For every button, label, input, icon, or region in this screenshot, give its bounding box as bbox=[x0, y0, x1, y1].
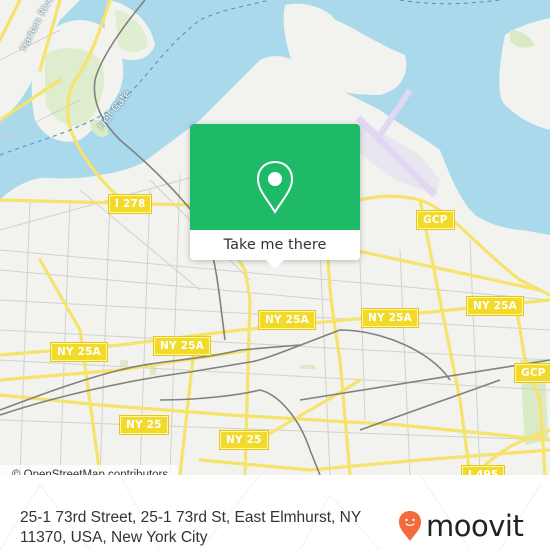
take-me-there-button[interactable]: Take me there bbox=[190, 230, 360, 260]
location-popup: Take me there bbox=[190, 124, 360, 269]
route-shield-ny25: NY 25 bbox=[220, 431, 268, 449]
route-shield-i495: I 495 bbox=[462, 466, 505, 475]
moovit-wordmark: moovit bbox=[426, 509, 524, 543]
popup-pointer bbox=[266, 260, 284, 269]
moovit-pin-icon bbox=[399, 511, 421, 541]
route-shield-ny25a: NY 25A bbox=[467, 297, 523, 315]
route-shield-ny25a: NY 25A bbox=[362, 309, 418, 327]
route-shield-ny25a: NY 25A bbox=[259, 311, 315, 329]
route-shield-gcp: GCP bbox=[515, 364, 550, 382]
map-attribution[interactable]: © OpenStreetMap contributors bbox=[0, 465, 179, 475]
popup-header bbox=[190, 124, 360, 230]
address-text: 25-1 73rd Street, 25-1 73rd St, East Elm… bbox=[20, 509, 361, 546]
moovit-logo[interactable]: moovit bbox=[398, 508, 524, 544]
route-shield-gcp: GCP bbox=[417, 211, 454, 229]
route-shield-i278: I 278 bbox=[109, 195, 152, 213]
location-pin-icon bbox=[256, 160, 294, 214]
route-shield-ny25: NY 25 bbox=[120, 416, 168, 434]
route-shield-ny25a: NY 25A bbox=[51, 343, 107, 361]
route-shield-ny25a: NY 25A bbox=[154, 337, 210, 355]
